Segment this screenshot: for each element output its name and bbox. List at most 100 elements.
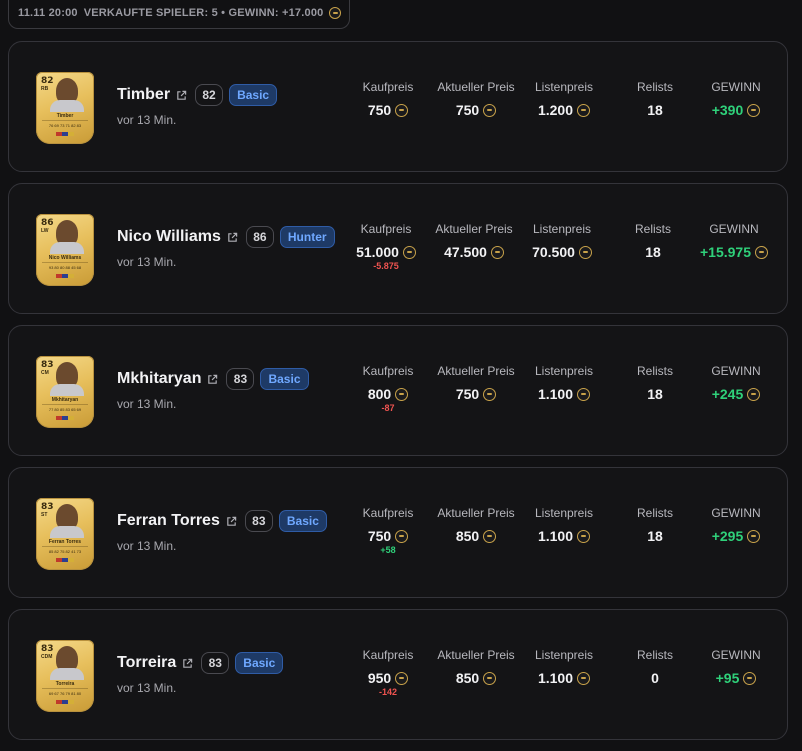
profit-column: GEWINN +95 [690, 648, 782, 686]
list-price-column: Listenpreis 1.100 [518, 364, 610, 402]
list-price-label: Listenpreis [534, 648, 594, 662]
player-shirt [50, 100, 84, 112]
coin-icon [483, 103, 497, 117]
player-row: 82 RB Timber 76 69 73 71 82 83 Timber 82… [8, 41, 788, 172]
coin-icon [395, 529, 409, 543]
external-link-icon[interactable] [176, 90, 187, 101]
player-row: 86 LW Nico Williams 93 80 80 88 45 68 Ni… [8, 183, 788, 314]
coin-icon [483, 529, 497, 543]
current-price-label: Aktueller Preis [437, 364, 515, 378]
player-header: Timber 82 Basic [117, 84, 278, 106]
card-position: ST [41, 512, 48, 518]
profit-column: GEWINN +245 [690, 364, 782, 402]
coin-icon [743, 671, 757, 685]
list-price-value: 1.200 [537, 102, 574, 118]
player-card-image[interactable]: 83 ST Ferran Torres 85 82 75 82 41 73 [36, 498, 94, 570]
card-name: Nico Williams [48, 255, 82, 261]
player-shirt [50, 242, 84, 254]
card-stats: 69 67 76 79 81 80 [42, 688, 88, 698]
external-link-icon[interactable] [182, 658, 193, 669]
coin-icon [329, 7, 342, 19]
coin-icon [747, 387, 761, 401]
list-price-column: Listenpreis 1.200 [518, 80, 610, 118]
player-card-image[interactable]: 82 RB Timber 76 69 73 71 82 83 [36, 72, 94, 144]
player-card-image[interactable]: 86 LW Nico Williams 93 80 80 88 45 68 [36, 214, 94, 286]
player-name[interactable]: Timber [117, 86, 170, 104]
strategy-tag: Basic [235, 652, 284, 674]
current-price-column: Aktueller Preis 750 [430, 364, 522, 402]
rating-badge: 83 [244, 510, 273, 532]
card-rating: 83 [41, 502, 54, 512]
coin-icon [395, 671, 409, 685]
external-link-icon[interactable] [207, 374, 218, 385]
coin-icon [578, 245, 592, 259]
strategy-tag: Basic [260, 368, 309, 390]
buy-price-column: Kaufpreis 950 -142 [342, 648, 434, 697]
card-position: CM [41, 370, 49, 376]
player-name[interactable]: Mkhitaryan [117, 370, 201, 388]
player-name[interactable]: Nico Williams [117, 228, 221, 246]
current-price-column: Aktueller Preis 750 [430, 80, 522, 118]
card-name: Ferran Torres [48, 539, 82, 545]
relists-column: Relists 18 [607, 222, 699, 260]
coin-icon [577, 529, 591, 543]
coin-icon [755, 245, 768, 259]
current-price-label: Aktueller Preis [437, 80, 515, 94]
sold-time: vor 13 Min. [117, 681, 177, 695]
player-header: Torreira 83 Basic [117, 652, 284, 674]
player-card-image[interactable]: 83 CM Mkhitaryan 77 80 85 83 65 69 [36, 356, 94, 428]
player-name[interactable]: Ferran Torres [117, 512, 220, 530]
external-link-icon[interactable] [226, 516, 237, 527]
coin-icon [747, 529, 761, 543]
sold-time: vor 13 Min. [117, 397, 177, 411]
relists-label: Relists [634, 222, 671, 236]
card-flags [56, 558, 74, 562]
current-price-column: Aktueller Preis 47.500 [428, 222, 520, 260]
current-price-column: Aktueller Preis 850 [430, 506, 522, 544]
external-link-icon[interactable] [227, 232, 238, 243]
current-price-label: Aktueller Preis [437, 648, 515, 662]
profit-value: +295 [711, 528, 744, 544]
list-price-label: Listenpreis [534, 364, 594, 378]
profit-value: +390 [711, 102, 744, 118]
buy-price-label: Kaufpreis [362, 364, 414, 378]
player-shirt [50, 384, 84, 396]
list-price-value: 1.100 [537, 386, 574, 402]
relists-column: Relists 18 [609, 364, 701, 402]
player-header: Ferran Torres 83 Basic [117, 510, 327, 532]
sales-summary: 11.11 20:00 VERKAUFTE SPIELER: 5 • GEWIN… [8, 0, 350, 29]
player-header: Nico Williams 86 Hunter [117, 226, 335, 248]
card-stats: 76 69 73 71 82 83 [42, 120, 88, 130]
buy-price-diff: -142 [378, 687, 397, 697]
coin-icon [747, 103, 761, 117]
sold-time: vor 13 Min. [117, 255, 177, 269]
coin-icon [402, 245, 416, 259]
buy-price-column: Kaufpreis 750 [342, 80, 434, 119]
profit-label: GEWINN [711, 364, 761, 378]
player-shirt [50, 526, 84, 538]
coin-icon [395, 103, 409, 117]
player-row: 83 CDM Torreira 69 67 76 79 81 80 Torrei… [8, 609, 788, 740]
relists-column: Relists 18 [609, 80, 701, 118]
relists-value: 18 [645, 244, 661, 260]
card-name: Timber [56, 113, 74, 119]
list-price-value: 1.100 [537, 670, 574, 686]
strategy-tag: Basic [278, 510, 327, 532]
profit-value: +15.975 [700, 244, 751, 260]
player-card-image[interactable]: 83 CDM Torreira 69 67 76 79 81 80 [36, 640, 94, 712]
coin-icon [577, 671, 591, 685]
coin-icon [483, 671, 497, 685]
current-price-value: 850 [455, 670, 480, 686]
relists-label: Relists [636, 648, 673, 662]
card-stats: 93 80 80 88 45 68 [42, 262, 88, 272]
buy-price-column: Kaufpreis 51.000 -5.875 [340, 222, 432, 271]
coin-icon [577, 387, 591, 401]
player-name[interactable]: Torreira [117, 654, 176, 672]
card-rating: 83 [41, 360, 54, 370]
buy-price-column: Kaufpreis 750 +58 [342, 506, 434, 555]
relists-label: Relists [636, 80, 673, 94]
buy-price-value: 750 [367, 102, 392, 118]
buy-price-value: 750 [367, 528, 392, 544]
relists-value: 18 [647, 528, 663, 544]
current-price-value: 850 [455, 528, 480, 544]
